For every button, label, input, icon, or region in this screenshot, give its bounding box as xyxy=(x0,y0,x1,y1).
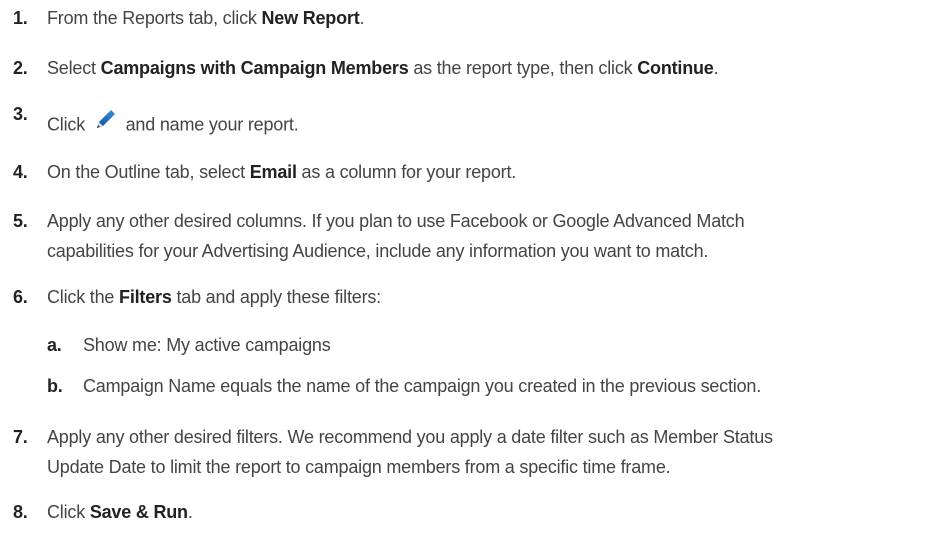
step-number: 4. xyxy=(13,162,28,182)
step-text: Click the Filters tab and apply these fi… xyxy=(47,282,942,312)
step-number: 2. xyxy=(13,58,28,78)
step-number: 8. xyxy=(13,502,28,522)
step-text-pre: From the Reports tab, click xyxy=(47,8,262,28)
step-text: Click Save & Run. xyxy=(47,497,942,527)
step-text: On the Outline tab, select Email as a co… xyxy=(47,157,942,187)
step-text-post: . xyxy=(713,58,719,78)
new-report-label: New Report xyxy=(261,8,360,28)
substep-letter: b. xyxy=(47,376,63,396)
step-text-post: tab and apply these filters: xyxy=(171,287,381,307)
step-text: Click and name your report. xyxy=(47,109,942,142)
step-text: Apply any other desired columns. If you … xyxy=(47,206,942,266)
step-text-post: and name your report. xyxy=(120,114,299,135)
step-text: Apply any other desired filters. We reco… xyxy=(47,422,942,482)
step-number: 7. xyxy=(13,427,28,447)
substep-letter: a. xyxy=(47,335,62,355)
email-label: Email xyxy=(249,162,297,182)
step-text-pre: Click the xyxy=(47,287,120,307)
pencil-icon xyxy=(94,107,118,140)
step-text-post: . xyxy=(359,8,365,28)
step-text: From the Reports tab, click New Report. xyxy=(47,3,942,33)
step-number: 1. xyxy=(13,8,28,28)
step-text-mid: as the report type, then click xyxy=(408,58,638,78)
step-text-line-2: Update Date to limit the report to campa… xyxy=(47,457,671,477)
step-text-line-1: Apply any other desired columns. If you … xyxy=(47,211,745,231)
substep-text: Show me: My active campaigns xyxy=(83,335,331,355)
step-text-post: . xyxy=(187,502,193,522)
step-text-pre: Select xyxy=(47,58,101,78)
filters-label: Filters xyxy=(119,287,172,307)
step-number: 5. xyxy=(13,211,28,231)
continue-label: Continue xyxy=(637,58,714,78)
step-text-pre: Click xyxy=(47,114,90,135)
step-number: 3. xyxy=(13,104,28,124)
step-text-line-2: capabilities for your Advertising Audien… xyxy=(47,241,709,261)
report-type-label: Campaigns with Campaign Members xyxy=(100,58,409,78)
instruction-steps: 1. From the Reports tab, click New Repor… xyxy=(0,0,951,540)
step-number: 6. xyxy=(13,287,28,307)
step-text-pre: On the Outline tab, select xyxy=(47,162,250,182)
step-text-post: as a column for your report. xyxy=(296,162,517,182)
substep-text: Campaign Name equals the name of the cam… xyxy=(83,376,762,396)
step-text: Select Campaigns with Campaign Members a… xyxy=(47,53,942,83)
step-text-pre: Click xyxy=(47,502,90,522)
step-text-line-1: Apply any other desired filters. We reco… xyxy=(47,427,773,447)
save-run-label: Save & Run xyxy=(89,502,188,522)
